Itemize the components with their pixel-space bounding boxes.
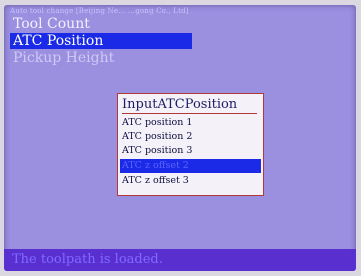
menu-item-tool-count[interactable]: Tool Count [10, 16, 93, 32]
option-atc-z-offset-2[interactable]: ATC z offset 2 [120, 159, 261, 173]
option-atc-position-2[interactable]: ATC position 2 [120, 130, 261, 144]
option-atc-position-3[interactable]: ATC position 3 [120, 144, 261, 158]
option-atc-z-offset-3[interactable]: ATC z offset 3 [120, 174, 261, 188]
dialog-title: InputATCPosition [122, 97, 257, 114]
status-bar: The toolpath is loaded. [4, 249, 356, 271]
lcd-screen: Auto tool change [Beijing Ne... ...gong … [4, 5, 356, 271]
menu-item-pickup-height[interactable]: Pickup Height [10, 50, 117, 66]
window-title: Auto tool change [Beijing Ne... ...gong … [10, 7, 189, 15]
input-atc-position-dialog: InputATCPosition ATC position 1 ATC posi… [117, 93, 264, 196]
menu-item-atc-position[interactable]: ATC Position [10, 33, 192, 49]
status-message: The toolpath is loaded. [12, 252, 163, 267]
option-atc-position-1[interactable]: ATC position 1 [120, 116, 261, 130]
